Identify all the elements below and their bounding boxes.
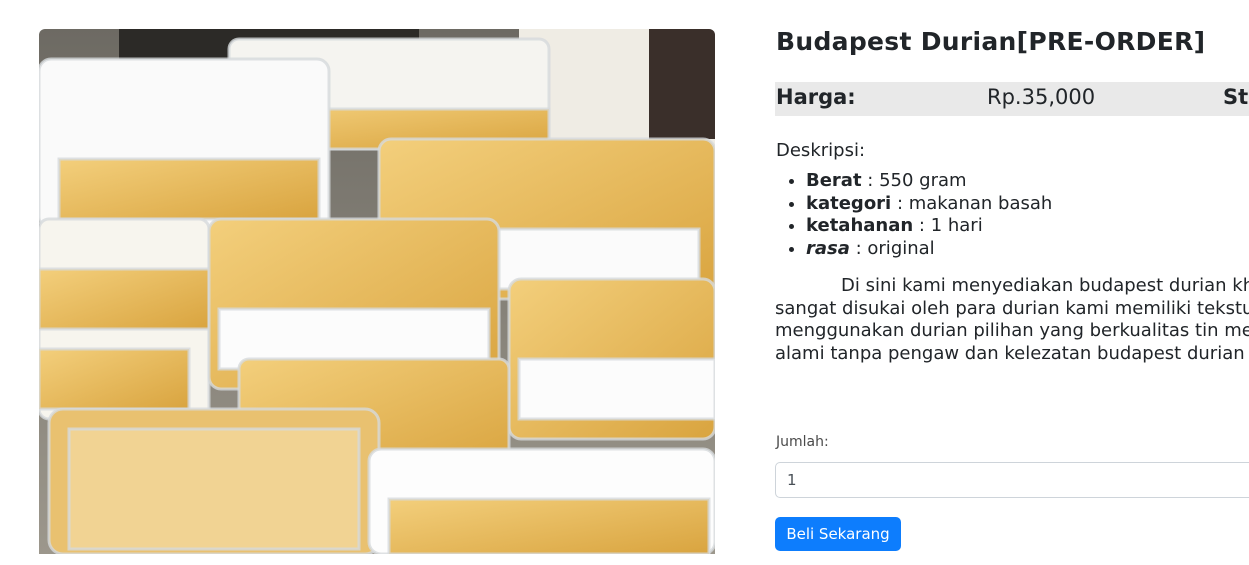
durian-cake-photo bbox=[39, 29, 715, 554]
spec-key: rasa bbox=[806, 237, 850, 259]
spec-value: : 1 hari bbox=[913, 215, 983, 236]
quantity-input[interactable] bbox=[775, 462, 1249, 498]
product-title: Budapest Durian[PRE-ORDER] bbox=[776, 27, 1206, 56]
spec-value: : makanan basah bbox=[891, 192, 1053, 214]
description-heading: Deskripsi: bbox=[776, 140, 866, 161]
spec-key: Berat bbox=[806, 170, 862, 191]
spec-item-durability: ketahanan : 1 hari bbox=[806, 215, 1249, 238]
price-bar: Harga: Rp.35,000 Stok bbox=[775, 82, 1249, 116]
spec-item-weight: Berat : 550 gram bbox=[806, 170, 1249, 193]
spec-value: : original bbox=[849, 237, 935, 259]
spec-key: ketahanan bbox=[806, 215, 914, 236]
spec-value: : 550 gram bbox=[861, 170, 967, 191]
price-value: Rp.35,000 bbox=[987, 85, 1096, 109]
buy-now-button[interactable]: Beli Sekarang bbox=[775, 517, 901, 551]
price-label: Harga: bbox=[776, 85, 856, 109]
description-paragraph: Di sini kami menyediakan budapest durian… bbox=[775, 275, 1249, 364]
stock-label: Stok bbox=[1223, 85, 1249, 109]
description-container: Di sini kami menyediakan budapest durian… bbox=[775, 275, 1249, 415]
spec-item-category: kategori : makanan basah bbox=[806, 193, 1249, 216]
spec-list: Berat : 550 gram kategori : makanan basa… bbox=[776, 170, 1249, 260]
product-image bbox=[39, 29, 715, 554]
spec-item-flavor: rasa : original bbox=[806, 238, 1249, 261]
quantity-label: Jumlah: bbox=[776, 434, 829, 450]
spec-key: kategori bbox=[806, 192, 892, 214]
